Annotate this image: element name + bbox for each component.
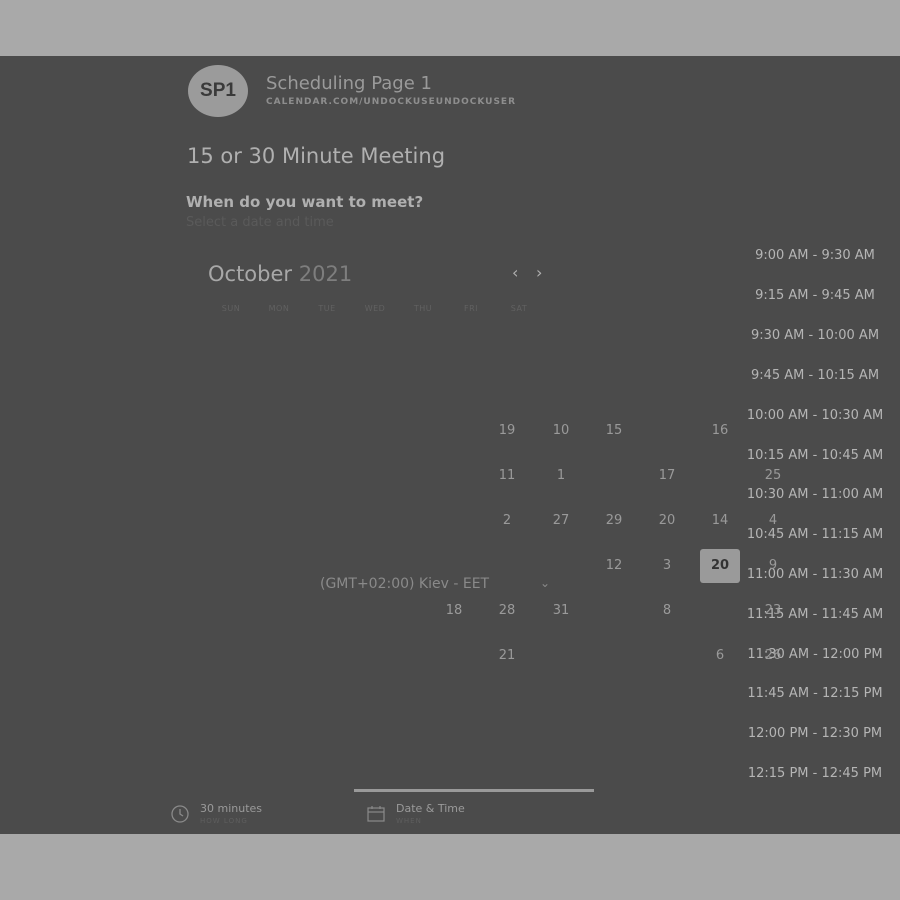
- calendar-icon: [367, 806, 385, 822]
- avatar: SP1: [188, 65, 248, 117]
- calendar-day-selected[interactable]: 20: [700, 549, 740, 583]
- step-date-time-label: Date & Time: [396, 802, 465, 815]
- meeting-question: When do you want to meet?: [186, 193, 424, 211]
- time-slot[interactable]: 9:30 AM - 10:00 AM: [745, 321, 885, 351]
- calendar-day[interactable]: 8: [647, 594, 687, 628]
- time-slot[interactable]: 12:15 PM - 12:45 PM: [745, 759, 885, 789]
- calendar-day[interactable]: 14: [700, 504, 740, 538]
- step-duration-label: 30 minutes: [200, 802, 263, 815]
- calendar-day[interactable]: 4: [753, 504, 793, 538]
- calendar-day[interactable]: 16: [700, 414, 740, 448]
- weekday-header-wed: WED: [364, 304, 386, 313]
- time-slot[interactable]: 10:00 AM - 10:30 AM: [745, 401, 885, 431]
- calendar-day[interactable]: 15: [594, 414, 634, 448]
- calendar-month-heading: October 2021: [208, 262, 352, 286]
- scheduling-page-url[interactable]: CALENDAR.COM/UNDOCKUSEUNDOCKUSER: [266, 97, 516, 107]
- calendar-day[interactable]: 20: [647, 504, 687, 538]
- calendar-day[interactable]: 31: [541, 594, 581, 628]
- time-slot[interactable]: 11:45 AM - 12:15 PM: [745, 679, 885, 709]
- time-slot[interactable]: 9:00 AM - 9:30 AM: [745, 241, 885, 271]
- weekday-header-fri: FRI: [463, 304, 479, 313]
- chevron-right-icon[interactable]: ›: [536, 263, 542, 282]
- calendar-day[interactable]: 26: [753, 639, 793, 673]
- step-progress-indicator: [354, 789, 594, 792]
- calendar-day[interactable]: 21: [487, 639, 527, 673]
- meeting-title: 15 or 30 Minute Meeting: [187, 144, 446, 168]
- calendar-day[interactable]: 9: [753, 549, 793, 583]
- meeting-subtitle: Select a date and time: [186, 215, 334, 230]
- calendar-day[interactable]: 28: [487, 594, 527, 628]
- step-date-time-sub: WHEN: [396, 817, 422, 825]
- calendar-day[interactable]: 19: [487, 414, 527, 448]
- time-slot[interactable]: 9:45 AM - 10:15 AM: [745, 361, 885, 391]
- chevron-down-icon[interactable]: ⌄: [540, 576, 550, 590]
- calendar-day[interactable]: 1: [541, 459, 581, 493]
- weekday-header-thu: THU: [413, 304, 433, 313]
- calendar-day[interactable]: 27: [541, 504, 581, 538]
- calendar-day[interactable]: 23: [753, 594, 793, 628]
- clock-icon: [171, 805, 189, 823]
- calendar-day[interactable]: 10: [541, 414, 581, 448]
- time-slot[interactable]: 12:00 PM - 12:30 PM: [745, 719, 885, 749]
- time-slot[interactable]: 9:15 AM - 9:45 AM: [745, 281, 885, 311]
- chevron-left-icon[interactable]: ‹: [512, 263, 518, 282]
- calendar-day[interactable]: 11: [487, 459, 527, 493]
- calendar-day[interactable]: 2: [487, 504, 527, 538]
- calendar-day[interactable]: 3: [647, 549, 687, 583]
- step-duration-sub: HOW LONG: [200, 817, 248, 825]
- calendar-day[interactable]: 6: [700, 639, 740, 673]
- calendar-day[interactable]: 25: [753, 459, 793, 493]
- calendar-year: 2021: [298, 262, 353, 286]
- scheduling-page-name: Scheduling Page 1: [266, 73, 432, 94]
- calendar-day[interactable]: 18: [434, 594, 474, 628]
- calendar-day[interactable]: 29: [594, 504, 634, 538]
- scheduling-modal: SP1 Scheduling Page 1 CALENDAR.COM/UNDOC…: [0, 56, 900, 834]
- timezone-select[interactable]: (GMT+02:00) Kiev - EET: [320, 576, 489, 592]
- weekday-header-tue: TUE: [318, 304, 336, 313]
- calendar-day[interactable]: 17: [647, 459, 687, 493]
- weekday-header-mon: MON: [268, 304, 290, 313]
- weekday-header-sat: SAT: [510, 304, 528, 313]
- calendar-month: October: [208, 262, 293, 286]
- calendar-day[interactable]: 12: [594, 549, 634, 583]
- weekday-header-sun: SUN: [221, 304, 241, 313]
